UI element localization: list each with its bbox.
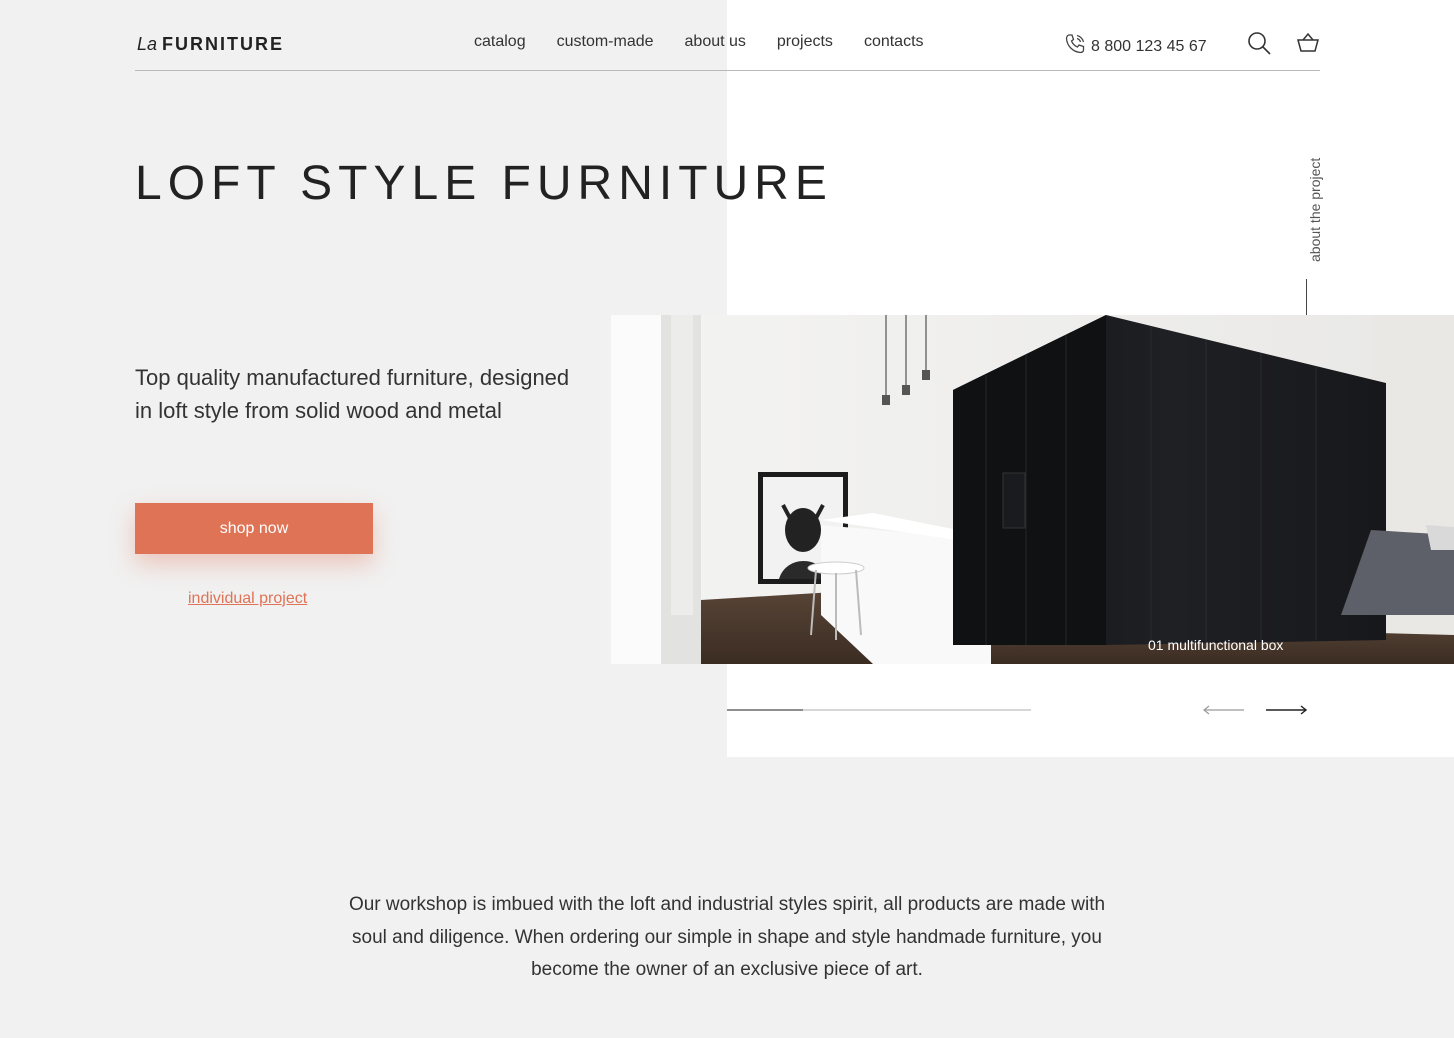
kitchen-interior-image <box>611 315 1454 664</box>
phone-icon <box>1063 32 1087 61</box>
about-text: Our workshop is imbued with the loft and… <box>348 894 1106 980</box>
hero-photo: 01 multifunctional box <box>611 315 1454 664</box>
arrow-right-icon[interactable] <box>1265 703 1308 717</box>
phone-link[interactable]: 8 800 123 45 67 <box>1063 32 1207 61</box>
slider-progress-fill <box>727 709 803 711</box>
logo[interactable]: La FURNITURE <box>137 34 284 55</box>
site-header: La FURNITURE catalog custom-made about us… <box>135 0 1320 71</box>
phone-number: 8 800 123 45 67 <box>1091 37 1207 55</box>
hero-description: Top quality manufactured furniture, desi… <box>135 365 570 423</box>
about-the-project-link[interactable]: about the project <box>1307 158 1323 262</box>
shop-now-button[interactable]: shop now <box>135 503 373 554</box>
logo-prefix: La <box>137 34 158 54</box>
slider-progress-track <box>727 709 1031 711</box>
nav-contacts[interactable]: contacts <box>864 33 924 51</box>
slide-caption: 01 multifunctional box <box>1148 637 1284 653</box>
nav-about-us[interactable]: about us <box>685 33 746 51</box>
nav-custom-made[interactable]: custom-made <box>557 33 654 51</box>
search-icon[interactable] <box>1246 30 1272 56</box>
basket-icon[interactable] <box>1295 30 1321 56</box>
individual-project-link[interactable]: individual project <box>188 590 307 608</box>
nav-catalog[interactable]: catalog <box>474 33 526 51</box>
logo-brand: FURNITURE <box>162 34 285 54</box>
main-nav: catalog custom-made about us projects co… <box>474 33 955 51</box>
arrow-left-icon[interactable] <box>1203 703 1245 717</box>
hero-title: LOFT STYLE FURNITURE <box>135 157 833 210</box>
nav-projects[interactable]: projects <box>777 33 833 51</box>
